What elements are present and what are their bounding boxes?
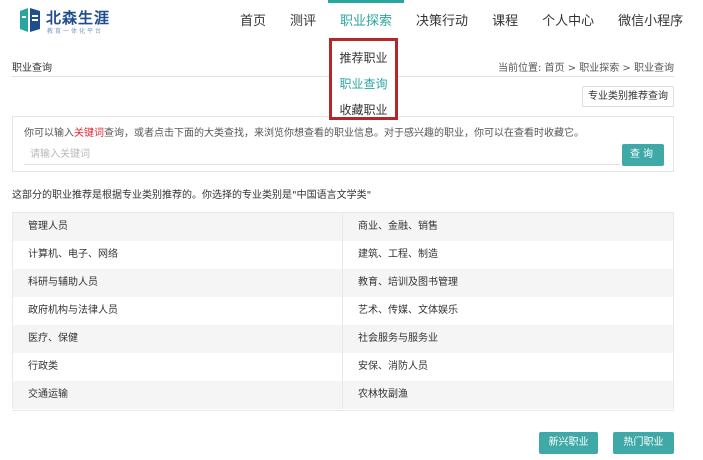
nav-item-courses[interactable]: 课程	[480, 0, 530, 44]
search-hint-suffix: 查询，或者点击下面的大类查找，来浏览你想查看的职业信息。对于感兴趣的职业，你可以…	[104, 128, 584, 139]
category-link[interactable]: 农林牧副渔	[343, 381, 674, 409]
page-title: 职业查询	[12, 63, 52, 74]
category-link[interactable]: 建筑、工程、制造	[343, 241, 674, 269]
dropdown-item-career-search[interactable]: 职业查询	[332, 71, 395, 97]
table-row: 医疗、保健 社会服务与服务业	[12, 325, 674, 353]
category-link[interactable]: 安保、消防人员	[343, 353, 674, 381]
category-link[interactable]: 医疗、保健	[12, 325, 343, 353]
table-row: 行政类 安保、消防人员	[12, 353, 674, 381]
category-link[interactable]: 社会服务与服务业	[343, 325, 674, 353]
table-row: 政府机构与法律人员 艺术、传媒、文体娱乐	[12, 297, 674, 325]
nav-item-wechat-miniprogram[interactable]: 微信小程序	[606, 0, 695, 44]
table-row: 计算机、电子、网络 建筑、工程、制造	[12, 241, 674, 269]
category-link[interactable]: 管理人员	[12, 213, 343, 241]
nav-item-decision-action[interactable]: 决策行动	[404, 0, 480, 44]
category-link[interactable]: 计算机、电子、网络	[12, 241, 343, 269]
dropdown-item-saved-careers[interactable]: 收藏职业	[332, 97, 395, 123]
search-input[interactable]	[24, 145, 620, 165]
nav-item-home[interactable]: 首页	[228, 0, 278, 44]
table-row: 管理人员 商业、金融、销售	[12, 213, 674, 241]
search-button[interactable]: 查询	[622, 144, 664, 166]
category-link[interactable]: 交通运输	[12, 381, 343, 409]
main-nav: 首页 测评 职业探索 决策行动 课程 个人中心 微信小程序	[228, 0, 695, 44]
emerging-careers-button[interactable]: 新兴职业	[539, 432, 598, 454]
table-row: 交通运输 农林牧副渔	[12, 381, 674, 409]
logo[interactable]: 北森生涯 教育一体化平台	[18, 7, 128, 37]
category-link[interactable]: 艺术、传媒、文体娱乐	[343, 297, 674, 325]
breadcrumb[interactable]: 当前位置: 首页 > 职业探索 > 职业查询	[498, 59, 674, 74]
category-link[interactable]: 政府机构与法律人员	[12, 297, 343, 325]
popular-careers-button[interactable]: 热门职业	[613, 432, 674, 454]
nav-item-assessment[interactable]: 测评	[278, 0, 328, 44]
major-category-recommend-button[interactable]: 专业类别推荐查询	[582, 86, 674, 107]
search-hint: 你可以输入关键词查询，或者点击下面的大类查找，来浏览你想查看的职业信息。对于感兴…	[24, 124, 584, 139]
dropdown-item-recommended-careers[interactable]: 推荐职业	[332, 45, 395, 71]
category-table: 管理人员 商业、金融、销售 计算机、电子、网络 建筑、工程、制造 科研与辅助人员…	[12, 212, 674, 409]
table-divider	[12, 410, 674, 411]
category-link[interactable]: 科研与辅助人员	[12, 269, 343, 297]
category-link[interactable]: 商业、金融、销售	[343, 213, 674, 241]
category-link[interactable]: 教育、培训及图书管理	[343, 269, 674, 297]
recommend-intro-text: 这部分的职业推荐是根据专业类别推荐的。你选择的专业类别是"中国语言文学类"	[12, 190, 372, 201]
category-link[interactable]: 行政类	[12, 353, 343, 381]
career-explore-dropdown: 推荐职业 职业查询 收藏职业	[329, 38, 398, 120]
search-hint-prefix: 你可以输入	[24, 128, 74, 139]
search-panel: 你可以输入关键词查询，或者点击下面的大类查找，来浏览你想查看的职业信息。对于感兴…	[12, 116, 674, 172]
nav-item-personal-center[interactable]: 个人中心	[530, 0, 606, 44]
logo-icon	[20, 8, 40, 32]
brand-tagline: 教育一体化平台	[47, 28, 104, 35]
search-hint-keyword: 关键词	[74, 128, 104, 139]
table-row: 科研与辅助人员 教育、培训及图书管理	[12, 269, 674, 297]
brand-name: 北森生涯	[46, 9, 111, 27]
